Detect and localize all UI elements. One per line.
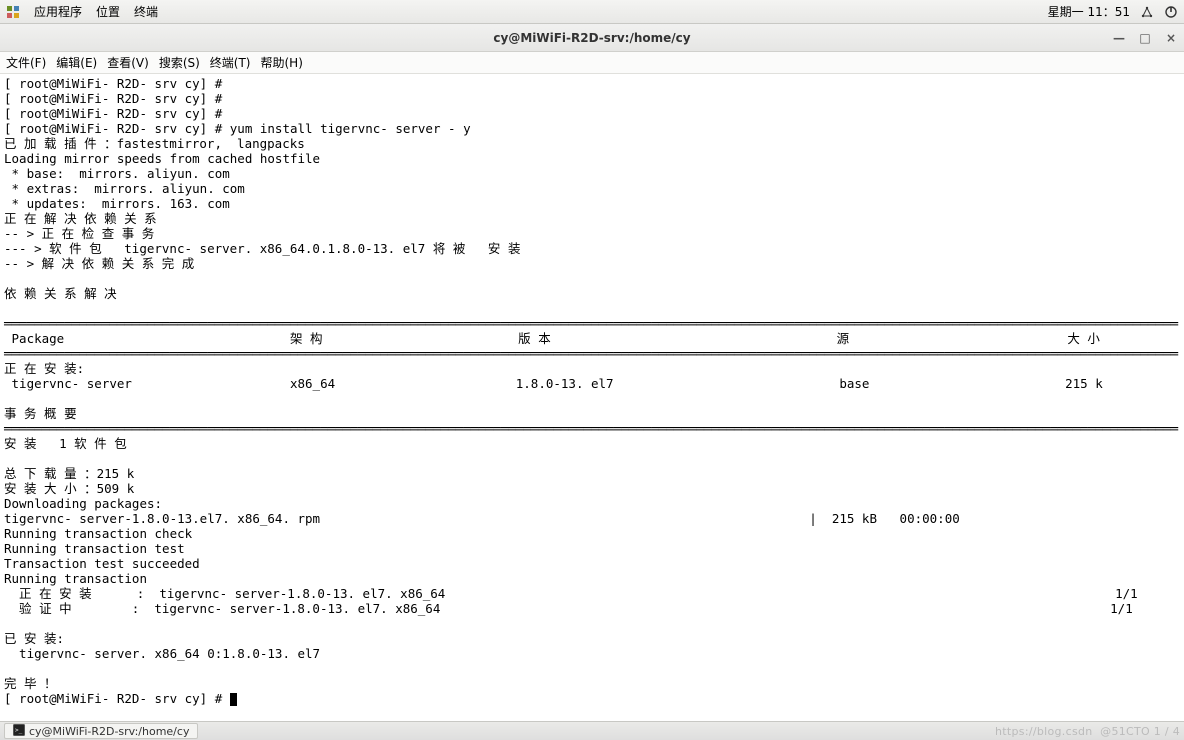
terminal-output[interactable]: [ root@MiWiFi- R2D- srv cy] # [ root@MiW… [0,74,1184,721]
svg-text:>_: >_ [15,727,23,734]
close-button[interactable]: × [1164,31,1178,45]
activities-icon[interactable] [6,5,20,19]
maximize-button[interactable]: □ [1138,31,1152,45]
watermark: https://blog.csdn @51CTO 1 / 4 [995,725,1180,738]
window-title: cy@MiWiFi-R2D-srv:/home/cy [493,31,690,45]
network-icon[interactable] [1140,5,1154,19]
cursor [230,693,237,706]
menu-file[interactable]: 文件(F) [6,54,46,71]
minimize-button[interactable]: — [1112,31,1126,45]
panel-menu-terminal[interactable]: 终端 [134,3,158,20]
taskbar-item-terminal[interactable]: >_ cy@MiWiFi-R2D-srv:/home/cy [4,723,198,739]
panel-menu-places[interactable]: 位置 [96,3,120,20]
menubar: 文件(F) 编辑(E) 查看(V) 搜索(S) 终端(T) 帮助(H) [0,52,1184,74]
clock[interactable]: 星期一 11：51 [1048,3,1130,20]
top-panel: 应用程序 位置 终端 星期一 11：51 [0,0,1184,24]
terminal-icon: >_ [13,724,25,739]
titlebar[interactable]: cy@MiWiFi-R2D-srv:/home/cy — □ × [0,24,1184,52]
menu-help[interactable]: 帮助(H) [261,54,303,71]
panel-menu-applications[interactable]: 应用程序 [34,3,82,20]
menu-edit[interactable]: 编辑(E) [56,54,97,71]
terminal-window: cy@MiWiFi-R2D-srv:/home/cy — □ × 文件(F) 编… [0,24,1184,721]
taskbar-item-label: cy@MiWiFi-R2D-srv:/home/cy [29,725,189,738]
menu-search[interactable]: 搜索(S) [159,54,200,71]
power-icon[interactable] [1164,5,1178,19]
menu-terminal[interactable]: 终端(T) [210,54,251,71]
taskbar: >_ cy@MiWiFi-R2D-srv:/home/cy https://bl… [0,721,1184,740]
menu-view[interactable]: 查看(V) [107,54,149,71]
